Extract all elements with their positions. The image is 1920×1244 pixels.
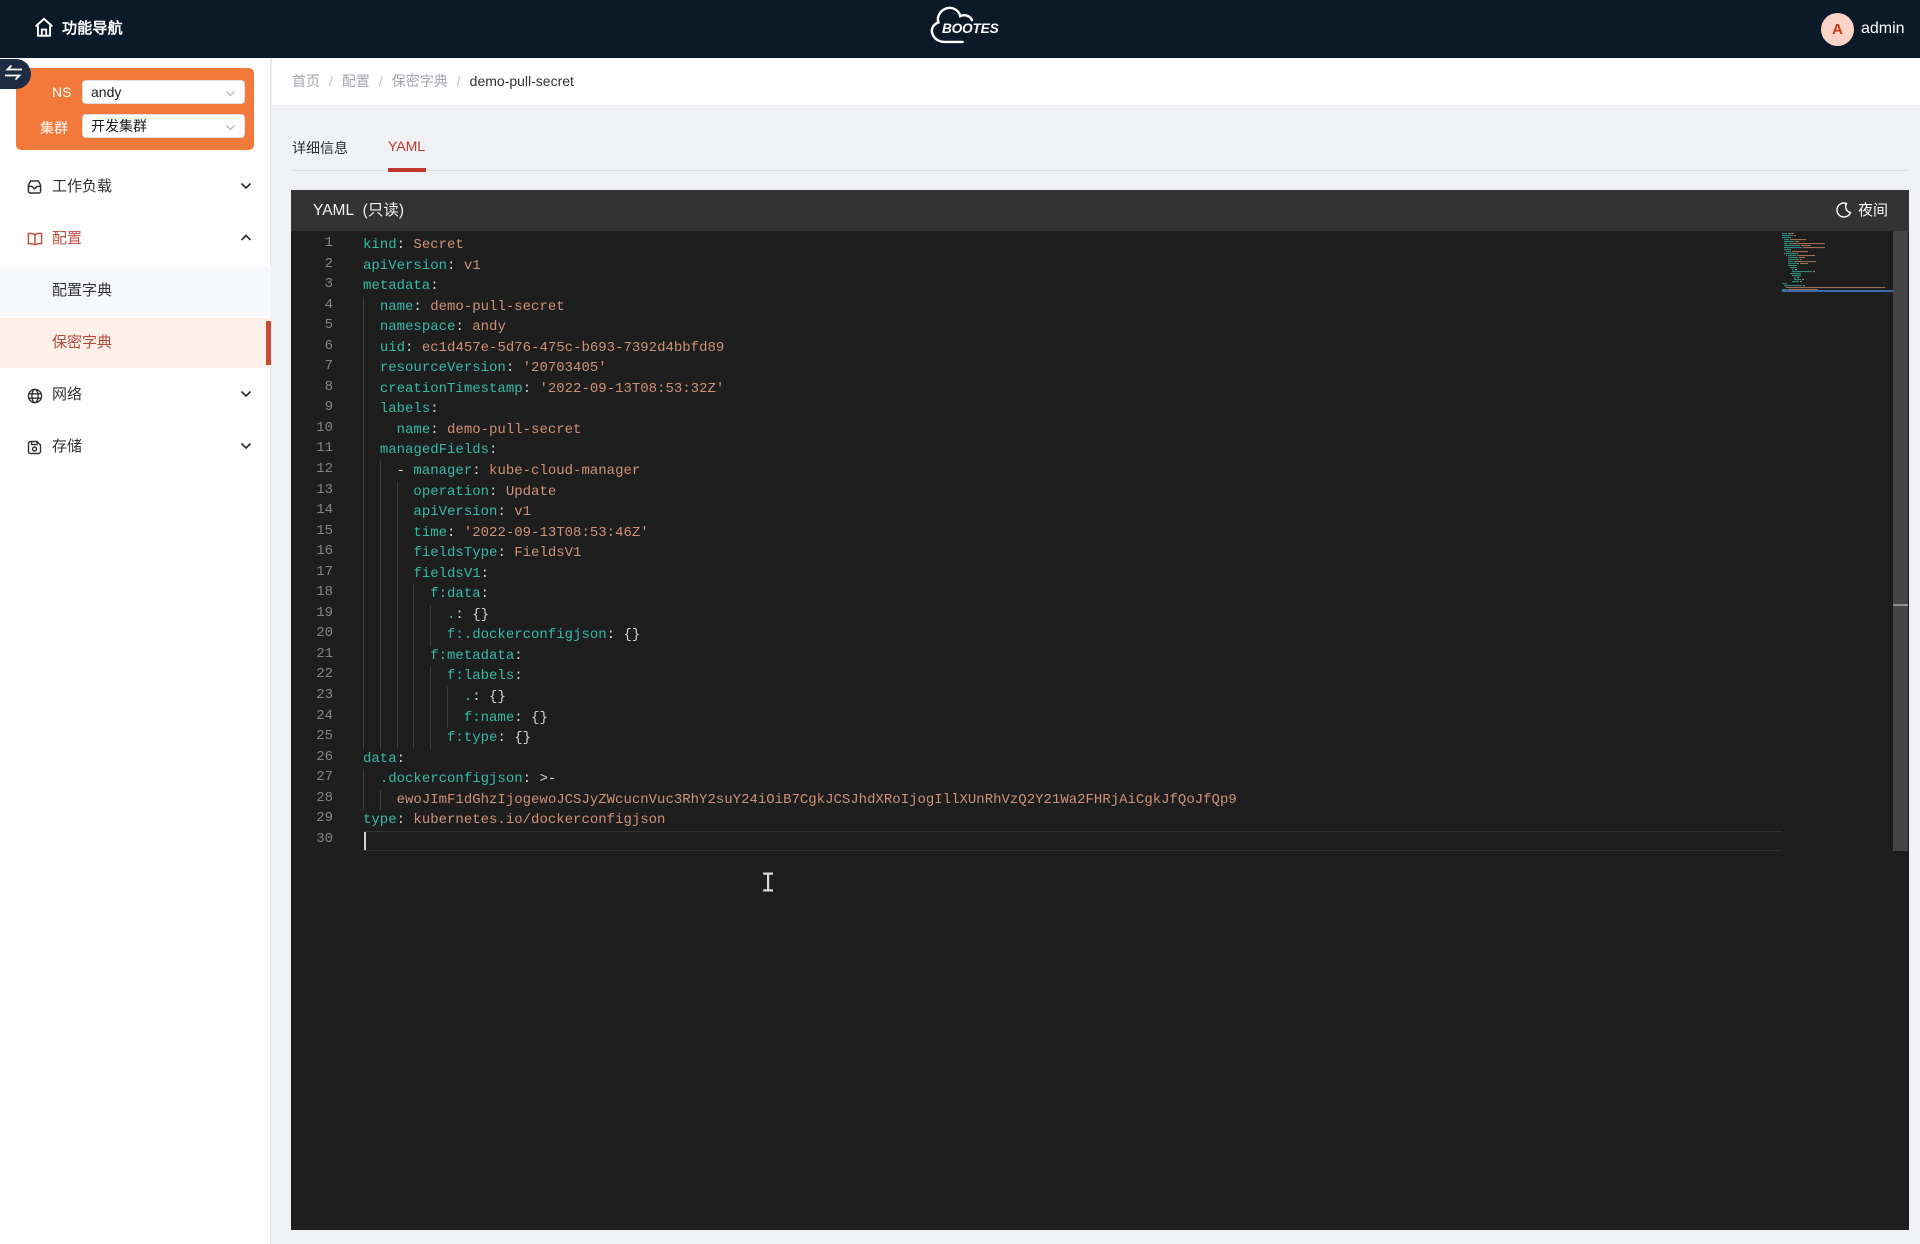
svg-text:BOOTES: BOOTES (942, 21, 999, 36)
